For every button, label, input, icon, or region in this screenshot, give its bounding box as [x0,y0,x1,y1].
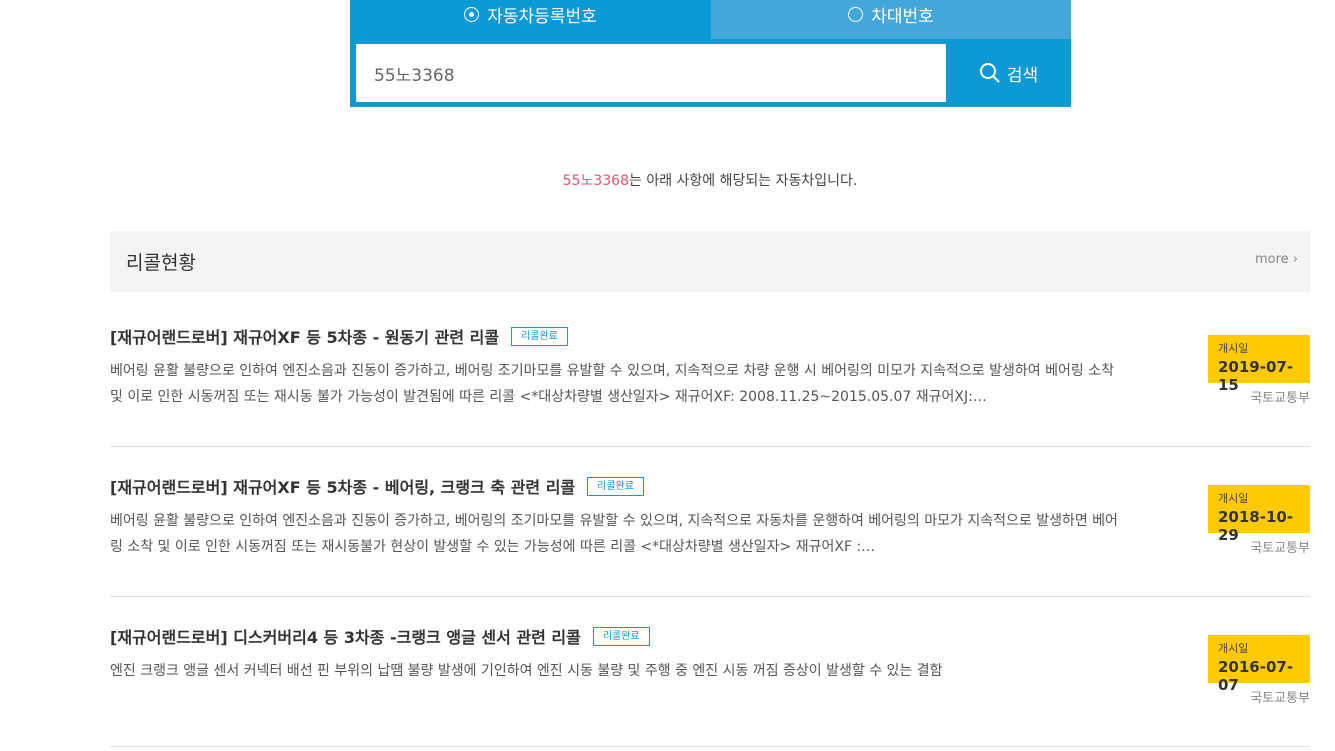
recall-title-link[interactable]: [재규어랜드로버] 재규어XF 등 5차종 - 원동기 관련 리콜 리콜완료 [110,324,568,348]
search-button-label: 검색 [1006,65,1039,86]
tab-vin-label: 차대번호 [871,7,934,27]
agency-label: 국토교통부 [1250,391,1310,406]
recall-section-header: 리콜현황 more › [110,231,1310,292]
recall-title: [재규어랜드로버] 디스커버리4 등 3차종 -크랭크 앵글 센서 관련 리콜 [110,628,581,647]
search-icon [979,63,1000,83]
recall-description: 엔진 크랭크 앵글 센서 커넥터 배선 핀 부위의 납땜 불량 발생에 기인하여… [110,663,943,679]
tab-registration-number[interactable]: 자동차등록번호 [350,0,711,39]
date-label: 개시일 [1218,342,1249,355]
recall-title-link[interactable]: [재규어랜드로버] 디스커버리4 등 3차종 -크랭크 앵글 센서 관련 리콜 … [110,624,650,648]
result-message-text: 는 아래 사항에 해당되는 자동차입니다. [628,173,858,189]
agency-label: 국토교통부 [1250,691,1310,706]
recall-title-link[interactable]: [재규어랜드로버] 재규어XF 등 5차종 - 베어링, 크랭크 축 관련 리콜… [110,474,644,498]
date-badge: 개시일 2016-07-07 [1208,635,1310,694]
recall-item: [재규어랜드로버] 재규어XF 등 5차종 - 원동기 관련 리콜 리콜완료 베… [110,297,1310,447]
date-label: 개시일 [1218,492,1249,505]
date-badge: 개시일 2019-07-15 [1208,335,1310,394]
tab-registration-label: 자동차등록번호 [487,7,597,27]
date-badge: 개시일 2018-10-29 [1208,485,1310,544]
radio-unchecked-icon[interactable] [848,7,864,22]
recall-description: 베어링 윤활 불량으로 인하여 엔진소음과 진동이 증가하고, 베어링의 조기마… [110,513,1118,555]
tab-vin-number[interactable]: 차대번호 [711,0,1071,39]
radio-checked-icon[interactable] [464,7,480,22]
recall-title: [재규어랜드로버] 재규어XF 등 5차종 - 베어링, 크랭크 축 관련 리콜 [110,478,576,497]
search-input[interactable] [356,44,946,102]
recall-item: [재규어랜드로버] 디스커버리4 등 3차종 -크랭크 앵글 센서 관련 리콜 … [110,597,1310,747]
date-label: 개시일 [1218,642,1249,655]
result-plate: 55노3368 [562,173,629,189]
search-box: 자동차등록번호 차대번호 검색 [350,0,1071,107]
recall-title: [재규어랜드로버] 재규어XF 등 5차종 - 원동기 관련 리콜 [110,328,500,347]
status-badge: 리콜완료 [592,626,650,646]
status-badge: 리콜완료 [511,326,568,346]
agency-label: 국토교통부 [1250,541,1310,556]
recall-item: [재규어랜드로버] 재규어XF 등 5차종 - 베어링, 크랭크 축 관련 리콜… [110,447,1310,597]
search-tabs: 자동차등록번호 차대번호 [350,0,1071,39]
recall-description: 베어링 윤활 불량으로 인하여 엔진소음과 진동이 증가하고, 베어링 조기마모… [110,363,1114,405]
search-button[interactable]: 검색 [946,44,1071,102]
section-title: 리콜현황 [126,252,196,274]
result-message: 55노3368는 아래 사항에 해당되는 자동차입니다. [0,170,1335,190]
status-badge: 리콜완료 [587,476,644,496]
more-link[interactable]: more › [1255,252,1298,267]
